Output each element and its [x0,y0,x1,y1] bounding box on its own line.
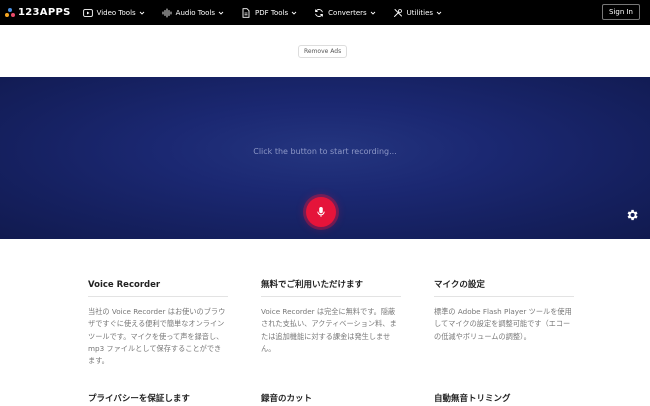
chevron-down-icon [436,10,442,16]
nav-item-label: PDF Tools [255,8,289,17]
feature-free: 無料でご利用いただけます Voice Recorder は完全に無料です。隠蔽さ… [261,279,401,355]
nav-item-label: Converters [328,8,367,17]
record-button[interactable] [306,197,336,227]
chevron-down-icon [139,10,145,16]
feature-silence-trim-title: 自動無音トリミング [434,394,511,404]
utilities-icon [393,8,403,18]
chevron-down-icon [218,10,224,16]
waveform-icon [162,8,172,18]
nav-item-label: Video Tools [96,8,136,17]
settings-gear-icon[interactable] [625,207,639,221]
recorder-panel: Click the button to start recording... [0,77,650,239]
brand-logo[interactable]: 123APPS [5,0,71,25]
divider [88,296,228,297]
chevron-down-icon [370,10,376,16]
microphone-icon [315,203,327,222]
divider [434,296,574,297]
feature-title: 無料でご利用いただけます [261,280,364,290]
feature-text: 当社の Voice Recorder はお使いのブラウザですぐに使える便利で簡単… [88,307,226,366]
feature-text: 標準の Adobe Flash Player ツールを使用してマイクの設定を調整… [434,307,572,341]
main-nav: Video Tools Audio Tools PDF Tools Conver… [82,0,459,25]
top-navigation-bar: 123APPS Video Tools Audio Tools PDF Tool… [0,0,650,25]
feature-mic-settings: マイクの設定 標準の Adobe Flash Player ツールを使用してマイ… [434,279,574,343]
feature-voice-recorder: Voice Recorder 当社の Voice Recorder はお使いのブ… [88,279,228,367]
remove-ads-button[interactable]: Remove Ads [298,45,348,58]
feature-privacy-title: プライバシーを保証します [88,394,190,404]
convert-icon [314,8,324,18]
document-icon [241,7,251,18]
video-icon [82,8,93,18]
nav-item-label: Audio Tools [175,8,216,17]
feature-text: Voice Recorder は完全に無料です。隠蔽された支払い、アクティベーシ… [261,307,397,353]
nav-item-label: Utilities [406,8,434,17]
divider [261,296,401,297]
nav-item-pdf-tools[interactable]: PDF Tools [241,0,297,25]
sign-in-button[interactable]: Sign In [602,4,640,20]
logo-icon [5,7,15,18]
nav-item-audio-tools[interactable]: Audio Tools [162,0,224,25]
feature-cut-title: 録音のカット [261,394,313,404]
feature-title: マイクの設定 [434,280,485,290]
chevron-down-icon [291,10,297,16]
nav-item-converters[interactable]: Converters [314,0,376,25]
recording-hint: Click the button to start recording... [253,147,397,156]
feature-title: Voice Recorder [88,280,161,290]
brand-name: 123APPS [18,7,71,18]
nav-item-utilities[interactable]: Utilities [393,0,442,25]
nav-item-video-tools[interactable]: Video Tools [82,0,145,25]
